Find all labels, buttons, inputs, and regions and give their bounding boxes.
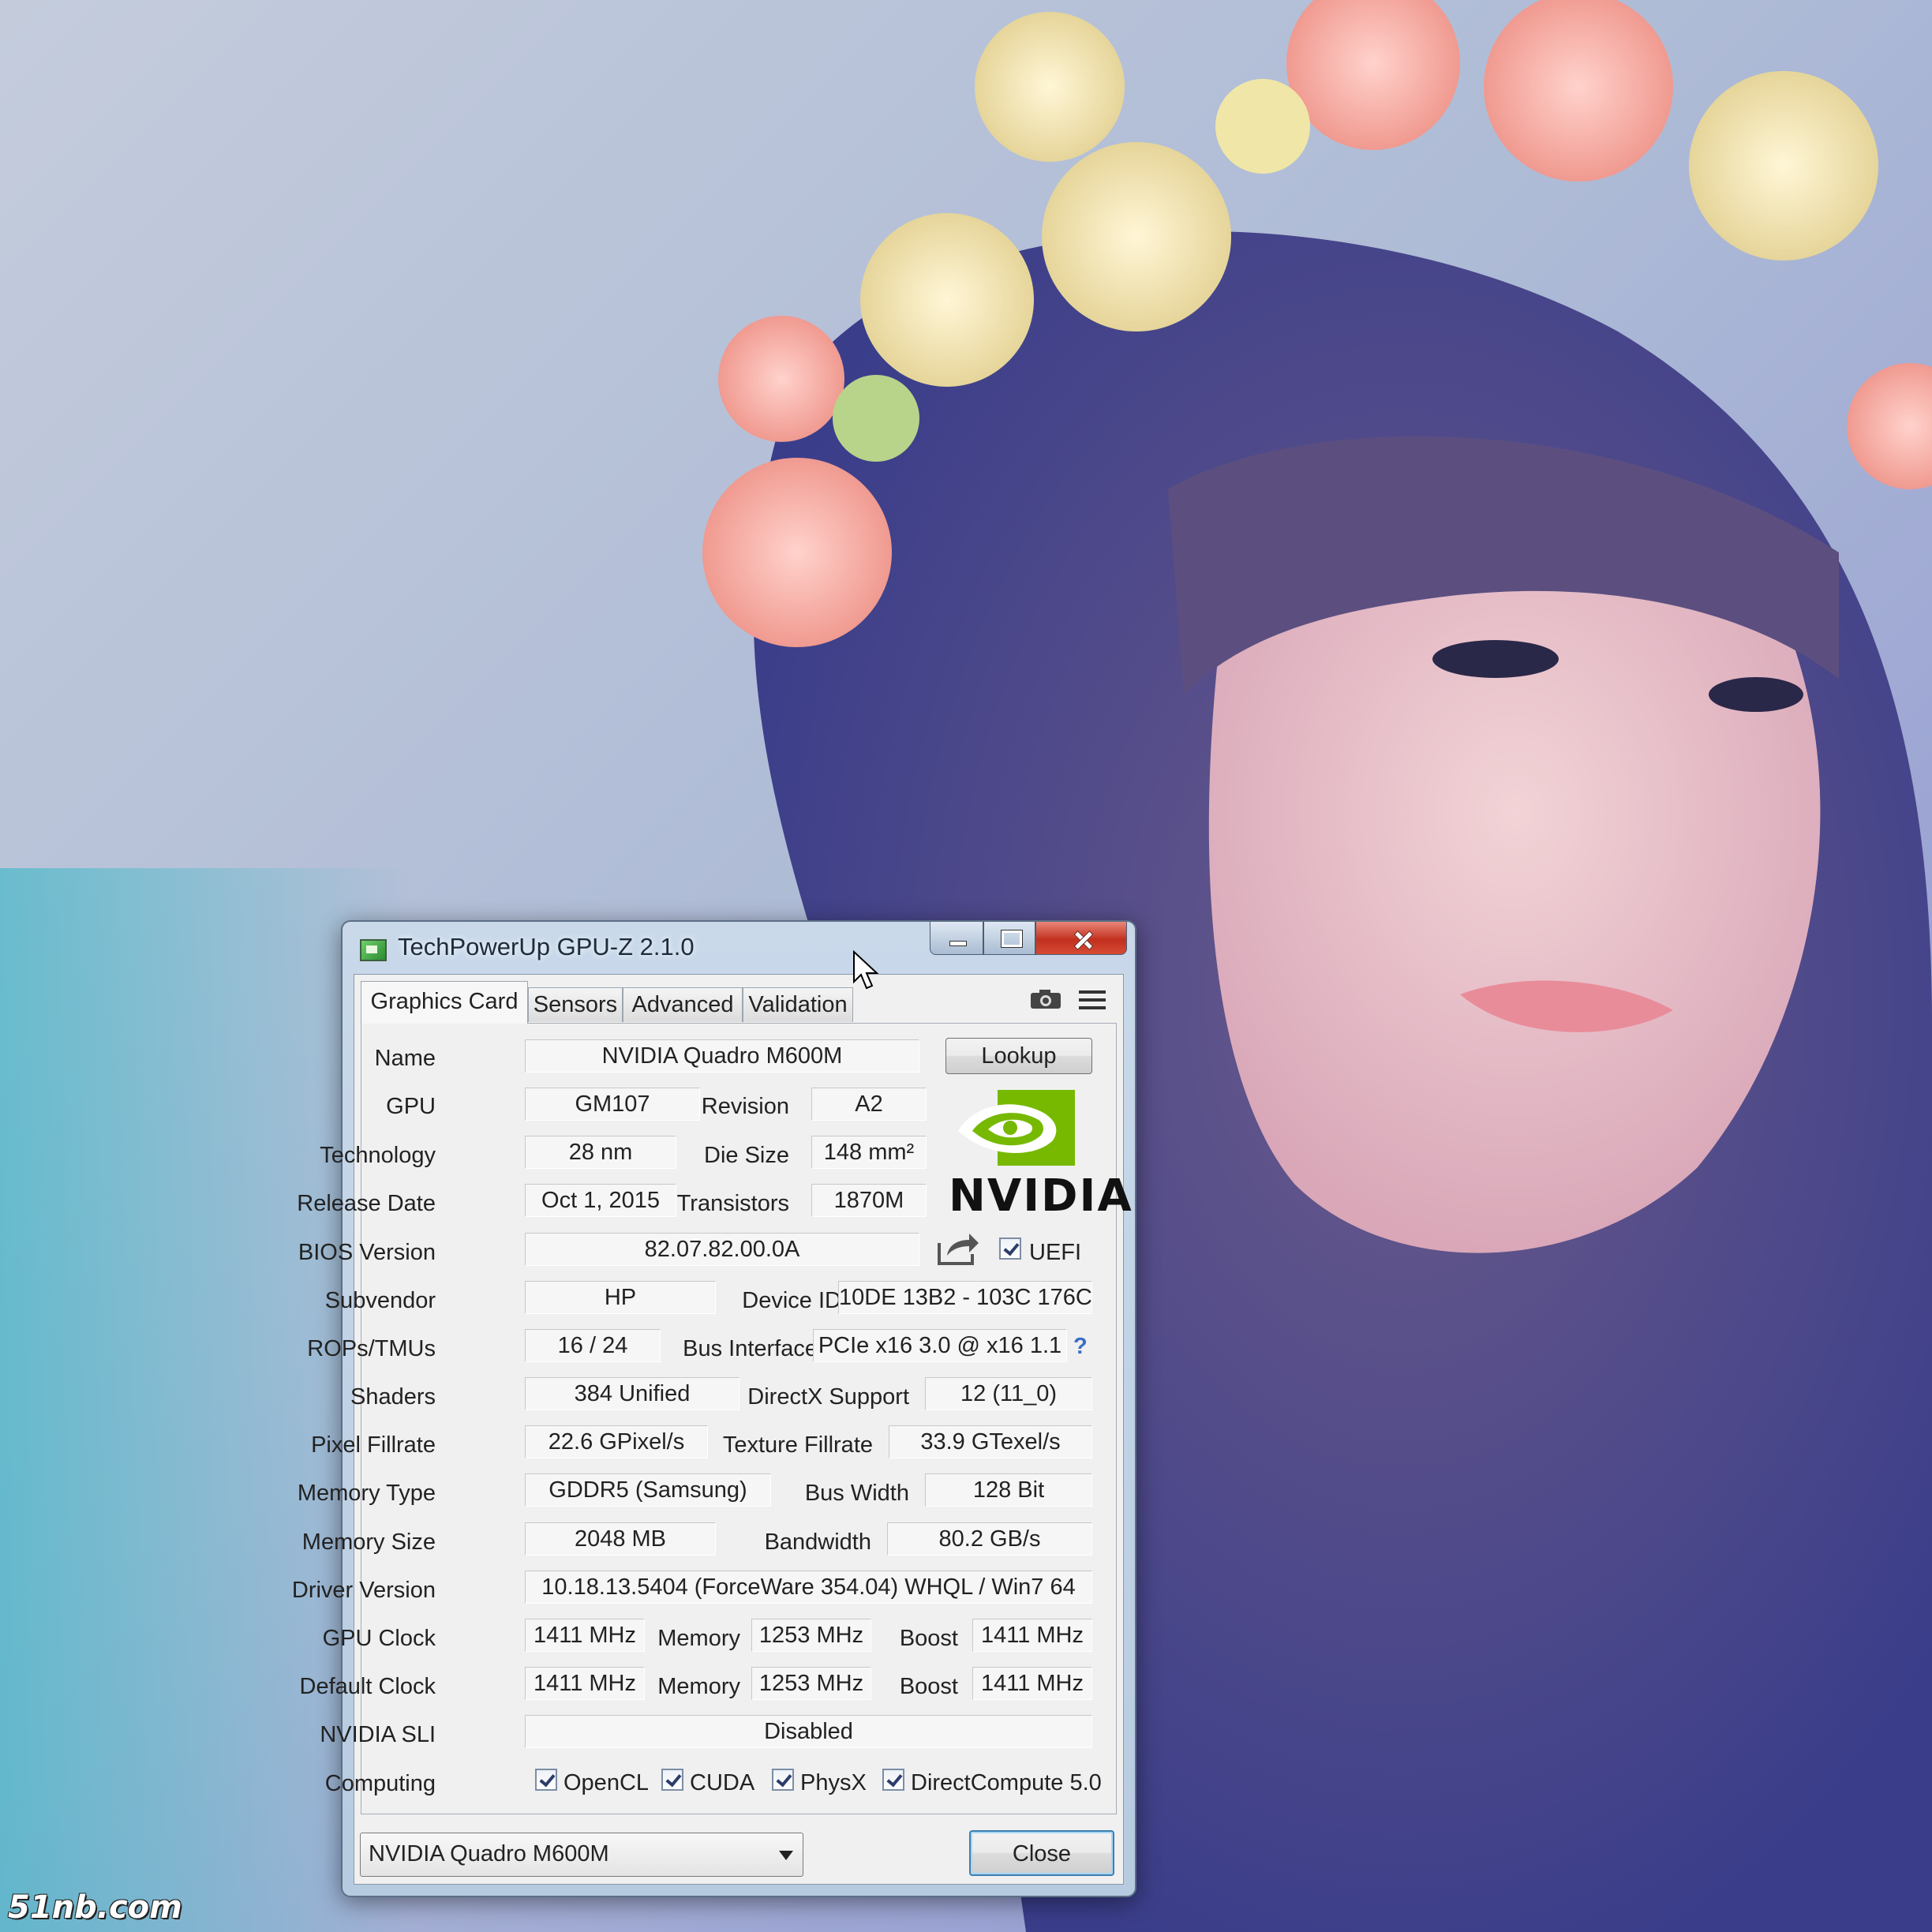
cuda-label: CUDA — [690, 1770, 755, 1795]
opencl-checkbox[interactable] — [535, 1769, 557, 1791]
driver-version-field[interactable]: 10.18.13.5404 (ForceWare 354.04) WHQL / … — [525, 1571, 1092, 1604]
title-bar[interactable]: TechPowerUp GPU-Z 2.1.0 — [343, 922, 1135, 974]
die-size-field[interactable]: 148 mm² — [811, 1136, 927, 1169]
gpu-clock-boost-label: Boost — [899, 1626, 958, 1651]
bios-version-label: BIOS Version — [298, 1240, 436, 1265]
physx-label: PhysX — [800, 1770, 867, 1795]
tab-sensors[interactable]: Sensors — [528, 987, 623, 1022]
default-clock-boost-field[interactable]: 1411 MHz — [972, 1667, 1092, 1700]
default-clock-memory-field[interactable]: 1253 MHz — [751, 1667, 871, 1700]
shaders-label: Shaders — [350, 1384, 436, 1410]
name-field[interactable]: NVIDIA Quadro M600M — [525, 1039, 919, 1073]
memory-type-label: Memory Type — [297, 1481, 436, 1506]
driver-version-label: Driver Version — [291, 1578, 436, 1603]
nvidia-logo-icon — [958, 1090, 1075, 1166]
shaders-field[interactable]: 384 Unified — [525, 1377, 739, 1410]
watermark: 51nb.com — [8, 1889, 182, 1926]
pixel-fillrate-label: Pixel Fillrate — [311, 1432, 436, 1458]
bus-interface-field[interactable]: PCIe x16 3.0 @ x16 1.1 — [813, 1329, 1067, 1362]
bus-width-label: Bus Width — [804, 1481, 909, 1506]
gpu-clock-field[interactable]: 1411 MHz — [525, 1619, 645, 1652]
gpu-clock-memory-label: Memory — [657, 1626, 740, 1651]
die-size-label: Die Size — [704, 1143, 789, 1168]
minimize-button[interactable] — [930, 922, 983, 955]
gpuz-app-icon — [360, 939, 387, 961]
gpu-clock-boost-field[interactable]: 1411 MHz — [972, 1619, 1092, 1652]
menu-icon[interactable] — [1079, 989, 1106, 1011]
memory-size-field[interactable]: 2048 MB — [525, 1522, 716, 1556]
bios-version-field[interactable]: 82.07.82.00.0A — [525, 1233, 919, 1266]
device-id-field[interactable]: 10DE 13B2 - 103C 176C — [838, 1281, 1092, 1314]
gpu-label: GPU — [386, 1094, 436, 1119]
tab-advanced[interactable]: Advanced — [623, 987, 743, 1022]
opencl-label: OpenCL — [564, 1770, 650, 1795]
revision-label: Revision — [701, 1094, 789, 1119]
uefi-checkbox[interactable] — [999, 1237, 1021, 1260]
nvidia-sli-label: NVIDIA SLI — [320, 1722, 436, 1747]
chevron-down-icon — [779, 1851, 793, 1860]
subvendor-label: Subvendor — [324, 1288, 436, 1313]
rops-tmus-field[interactable]: 16 / 24 — [525, 1329, 661, 1362]
bus-interface-label: Bus Interface — [683, 1336, 818, 1361]
tab-graphics-card[interactable]: Graphics Card — [361, 981, 528, 1024]
release-date-field[interactable]: Oct 1, 2015 — [525, 1184, 676, 1217]
transistors-field[interactable]: 1870M — [811, 1184, 927, 1217]
cuda-checkbox[interactable] — [661, 1769, 683, 1791]
memory-size-label: Memory Size — [301, 1530, 436, 1555]
release-date-label: Release Date — [297, 1191, 436, 1216]
share-icon[interactable] — [936, 1230, 980, 1267]
directx-support-label: DirectX Support — [747, 1384, 909, 1410]
bandwidth-label: Bandwidth — [764, 1530, 871, 1555]
bus-interface-help-icon[interactable]: ? — [1073, 1334, 1088, 1360]
tab-validation[interactable]: Validation — [743, 987, 853, 1022]
maximize-button[interactable] — [983, 922, 1035, 955]
default-clock-boost-label: Boost — [899, 1674, 958, 1699]
gpu-select-value: NVIDIA Quadro M600M — [369, 1841, 609, 1866]
rops-tmus-label: ROPs/TMUs — [307, 1336, 436, 1361]
computing-label: Computing — [324, 1771, 436, 1796]
mouse-cursor-icon — [853, 950, 879, 990]
technology-label: Technology — [320, 1143, 436, 1168]
name-label: Name — [374, 1046, 436, 1071]
window-title: TechPowerUp GPU-Z 2.1.0 — [398, 933, 695, 960]
default-clock-label: Default Clock — [299, 1674, 436, 1699]
nvidia-logo-text: NVIDIA — [949, 1170, 1133, 1222]
revision-field[interactable]: A2 — [811, 1088, 927, 1121]
physx-checkbox[interactable] — [772, 1769, 794, 1791]
texture-fillrate-label: Texture Fillrate — [722, 1432, 873, 1458]
default-clock-memory-label: Memory — [657, 1674, 740, 1699]
nvidia-sli-field[interactable]: Disabled — [525, 1715, 1092, 1748]
gpu-clock-label: GPU Clock — [322, 1626, 436, 1651]
gpuz-window: TechPowerUp GPU-Z 2.1.0 Graphics Card Se… — [292, 920, 1136, 1897]
gpu-field[interactable]: GM107 — [525, 1088, 700, 1121]
graphics-card-panel: Name NVIDIA Quadro M600M Lookup GPU GM10… — [292, 1023, 1132, 1814]
bus-width-field[interactable]: 128 Bit — [925, 1473, 1092, 1507]
caption-buttons — [930, 922, 1127, 957]
close-button[interactable]: Close — [969, 1830, 1114, 1876]
directcompute-checkbox[interactable] — [882, 1769, 904, 1791]
bandwidth-field[interactable]: 80.2 GB/s — [887, 1522, 1092, 1556]
device-id-label: Device ID — [742, 1288, 841, 1313]
camera-icon[interactable] — [1030, 989, 1061, 1009]
transistors-label: Transistors — [676, 1191, 789, 1216]
close-window-button[interactable] — [1035, 922, 1127, 955]
client-area: Graphics Card Sensors Advanced Validatio… — [292, 974, 1132, 1885]
memory-type-field[interactable]: GDDR5 (Samsung) — [525, 1473, 771, 1507]
lookup-button[interactable]: Lookup — [945, 1038, 1092, 1074]
pixel-fillrate-field[interactable]: 22.6 GPixel/s — [525, 1425, 708, 1458]
directcompute-label: DirectCompute 5.0 — [911, 1770, 1102, 1795]
uefi-label: UEFI — [1029, 1240, 1082, 1265]
directx-support-field[interactable]: 12 (11_0) — [925, 1377, 1092, 1410]
default-clock-field[interactable]: 1411 MHz — [525, 1667, 645, 1700]
subvendor-field[interactable]: HP — [525, 1281, 716, 1314]
texture-fillrate-field[interactable]: 33.9 GTexel/s — [889, 1425, 1092, 1458]
technology-field[interactable]: 28 nm — [525, 1136, 676, 1169]
gpu-clock-memory-field[interactable]: 1253 MHz — [751, 1619, 871, 1652]
gpu-select-dropdown[interactable]: NVIDIA Quadro M600M — [360, 1833, 803, 1877]
